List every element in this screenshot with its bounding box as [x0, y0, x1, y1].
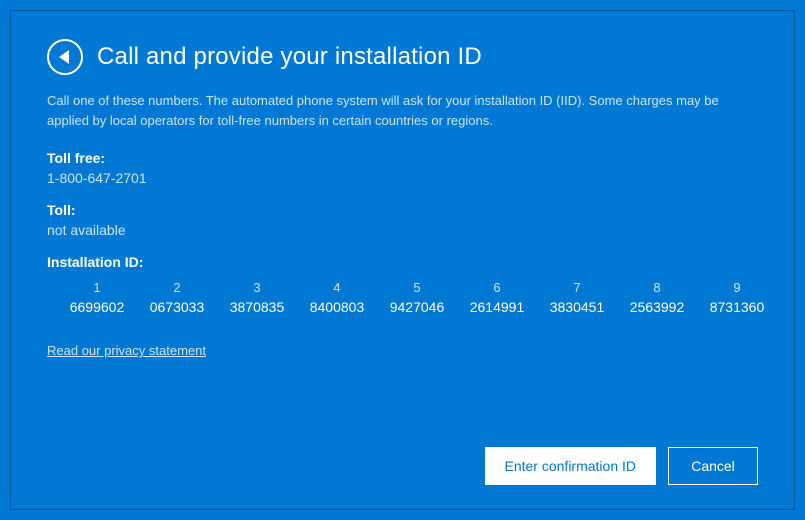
installation-id-section: Installation ID: 123456789 6699602067303…	[47, 254, 758, 315]
id-col-number: 4	[297, 280, 377, 299]
id-col-value: 8400803	[297, 299, 377, 315]
id-col-number: 8	[617, 280, 697, 299]
content-area: Toll free: 1-800-647-2701 Toll: not avai…	[47, 150, 758, 431]
footer: Enter confirmation ID Cancel	[47, 447, 758, 485]
toll-label: Toll:	[47, 202, 758, 218]
id-col-value: 0673033	[137, 299, 217, 315]
toll-free-value: 1-800-647-2701	[47, 170, 758, 186]
toll-free-label: Toll free:	[47, 150, 758, 166]
id-col-value: 6699602	[57, 299, 137, 315]
id-col-number: 1	[57, 280, 137, 299]
main-window: Call and provide your installation ID Ca…	[10, 10, 795, 510]
id-col-number: 3	[217, 280, 297, 299]
back-button[interactable]	[47, 39, 83, 75]
cancel-button[interactable]: Cancel	[668, 447, 758, 485]
enter-confirmation-button[interactable]: Enter confirmation ID	[485, 447, 657, 485]
id-col-number: 5	[377, 280, 457, 299]
installation-id-grid: 123456789	[57, 280, 758, 299]
id-col-value: 3870835	[217, 299, 297, 315]
id-col-value: 2614991	[457, 299, 537, 315]
id-col-value: 2563992	[617, 299, 697, 315]
header: Call and provide your installation ID	[47, 39, 758, 75]
back-arrow-icon	[59, 50, 69, 64]
id-col-number: 7	[537, 280, 617, 299]
description-text: Call one of these numbers. The automated…	[47, 91, 727, 130]
toll-value: not available	[47, 222, 758, 238]
privacy-link[interactable]: Read our privacy statement	[47, 343, 206, 358]
id-col-number: 9	[697, 280, 777, 299]
id-col-value: 3830451	[537, 299, 617, 315]
id-col-number: 6	[457, 280, 537, 299]
id-col-number: 2	[137, 280, 217, 299]
toll-section: Toll: not available	[47, 202, 758, 238]
id-col-value: 9427046	[377, 299, 457, 315]
page-title: Call and provide your installation ID	[97, 43, 482, 71]
toll-free-section: Toll free: 1-800-647-2701	[47, 150, 758, 186]
installation-id-label: Installation ID:	[47, 254, 758, 270]
installation-id-values-grid: 6699602067303338708358400803942704626149…	[57, 299, 758, 315]
id-col-value: 8731360	[697, 299, 777, 315]
